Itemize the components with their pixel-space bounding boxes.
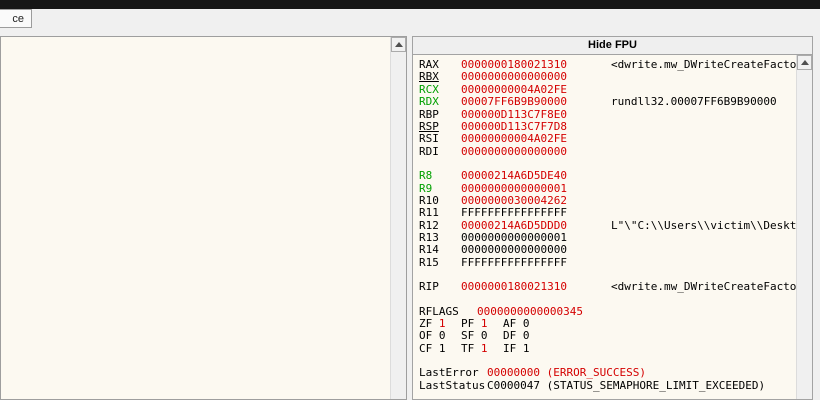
register-name: R8 (419, 169, 433, 183)
register-value[interactable]: FFFFFFFFFFFFFFFF (461, 256, 567, 269)
register-comment: L"\"C:\\Users\\victim\\Deskt (611, 218, 797, 232)
registers-panel: Hide FPU RAX 0000000180021310 <dwrite.mw_D… (412, 36, 813, 400)
register-name: R15 (419, 255, 439, 269)
flags-row-3: CF 1 TF 1 IF 1 (419, 341, 812, 355)
flag-label: IF (503, 341, 517, 355)
flag-value[interactable]: 1 (481, 317, 488, 330)
disassembly-scrollbar[interactable] (390, 37, 406, 399)
flag-label: PF (461, 317, 475, 331)
disassembly-panel[interactable] (0, 36, 407, 400)
up-arrow-icon (394, 42, 403, 47)
flag-label: AF (503, 317, 517, 331)
flag-value[interactable]: 0 (481, 329, 488, 342)
status-area: LastError 00000000 (ERROR_SUCCESS) LastSta… (419, 366, 812, 392)
register-name: RIP (419, 280, 439, 294)
flag-label: DF (503, 329, 517, 343)
flag-label: ZF (419, 317, 433, 331)
register-comment: <dwrite.mw_DWriteCreateFacto (611, 58, 797, 71)
flag-value[interactable]: 0 (523, 317, 530, 330)
register-value[interactable]: 0000000000000000 (461, 70, 567, 83)
status-note: (ERROR_SUCCESS) (546, 366, 646, 380)
register-value[interactable]: 000000D113C7F8E0 (461, 108, 567, 121)
flag-value[interactable]: 1 (439, 317, 446, 330)
flags-row-2: OF 0 SF 0 DF 0 (419, 330, 812, 342)
status-row-laststatus[interactable]: LastStatus C0000047 (STATUS_SEMAPHORE_LIM… (419, 378, 812, 392)
disassembly-scroll-up-button[interactable] (391, 37, 406, 52)
register-row-r15[interactable]: R15 FFFFFFFFFFFFFFFF (419, 255, 812, 269)
status-value: 00000000 (487, 366, 540, 380)
flag-tf[interactable]: TF 1 (461, 341, 503, 355)
register-value[interactable]: 00000000004A02FE (461, 83, 567, 96)
hide-fpu-button[interactable]: Hide FPU (412, 36, 813, 55)
register-value[interactable]: 0000000000000000 (461, 243, 567, 256)
register-row-rdi[interactable]: RDI 0000000000000000 (419, 144, 812, 158)
register-name: R14 (419, 243, 439, 257)
register-name: RDI (419, 144, 439, 158)
register-value[interactable]: 00000214A6D5DDD0 (461, 219, 567, 232)
up-arrow-icon (800, 60, 809, 65)
flags-area: ZF 1 PF 1 AF 0 OF 0 SF 0 DF 0 CF 1 TF 1 IF 1 (419, 317, 812, 355)
status-value: C0000047 (487, 378, 540, 392)
flag-value[interactable]: 0 (439, 329, 446, 342)
register-value[interactable]: 0000000000000001 (461, 231, 567, 244)
tab-fragment[interactable]: ce (0, 9, 32, 28)
status-label: LastError (419, 366, 479, 380)
register-name: RDX (419, 95, 439, 109)
register-value[interactable]: 00007FF6B9B90000 (461, 95, 567, 108)
tab-fragment-label: ce (12, 12, 24, 25)
flag-label: SF (461, 329, 475, 343)
flag-label: TF (461, 341, 475, 355)
register-value[interactable]: 0000000030004262 (461, 194, 567, 207)
flag-label: CF (419, 341, 433, 355)
flag-cf[interactable]: CF 1 (419, 341, 461, 355)
register-value[interactable]: 0000000180021310 (461, 280, 567, 293)
flag-value[interactable]: 1 (523, 342, 530, 355)
register-view[interactable]: RAX 0000000180021310 <dwrite.mw_DWriteCrea… (412, 54, 813, 400)
flag-label: OF (419, 329, 433, 343)
window-top-edge (0, 0, 820, 9)
status-label: LastStatus (419, 378, 486, 392)
register-comment: rundll32.00007FF6B9B90000 (611, 95, 777, 109)
flag-if[interactable]: IF 1 (503, 341, 545, 355)
register-value[interactable]: 000000D113C7F7D8 (461, 120, 567, 133)
register-list: RAX 0000000180021310 <dwrite.mw_DWriteCrea… (419, 58, 812, 294)
register-value[interactable]: FFFFFFFFFFFFFFFF (461, 206, 567, 219)
register-value[interactable]: 00000214A6D5DE40 (461, 169, 567, 182)
register-value[interactable]: 0000000000000000 (461, 145, 567, 158)
register-name: RSI (419, 132, 439, 146)
register-value[interactable]: 00000000004A02FE (461, 132, 567, 145)
register-name: R11 (419, 206, 439, 220)
flag-value[interactable]: 1 (439, 342, 446, 355)
registers-scroll-up-button[interactable] (797, 55, 812, 70)
register-name: RBX (419, 70, 439, 84)
register-comment: <dwrite.mw_DWriteCreateFacto (611, 280, 797, 294)
rflags-value[interactable]: 0000000000000345 (477, 305, 583, 318)
flag-value[interactable]: 1 (481, 342, 488, 355)
status-note: (STATUS_SEMAPHORE_LIMIT_EXCEEDED) (546, 378, 766, 392)
registers-scrollbar[interactable] (796, 55, 812, 399)
register-value[interactable]: 0000000180021310 (461, 58, 567, 71)
register-row-rip[interactable]: RIP 0000000180021310 <dwrite.mw_DWriteCrea… (419, 280, 812, 294)
flag-value[interactable]: 0 (523, 329, 530, 342)
register-value[interactable]: 0000000000000001 (461, 182, 567, 195)
